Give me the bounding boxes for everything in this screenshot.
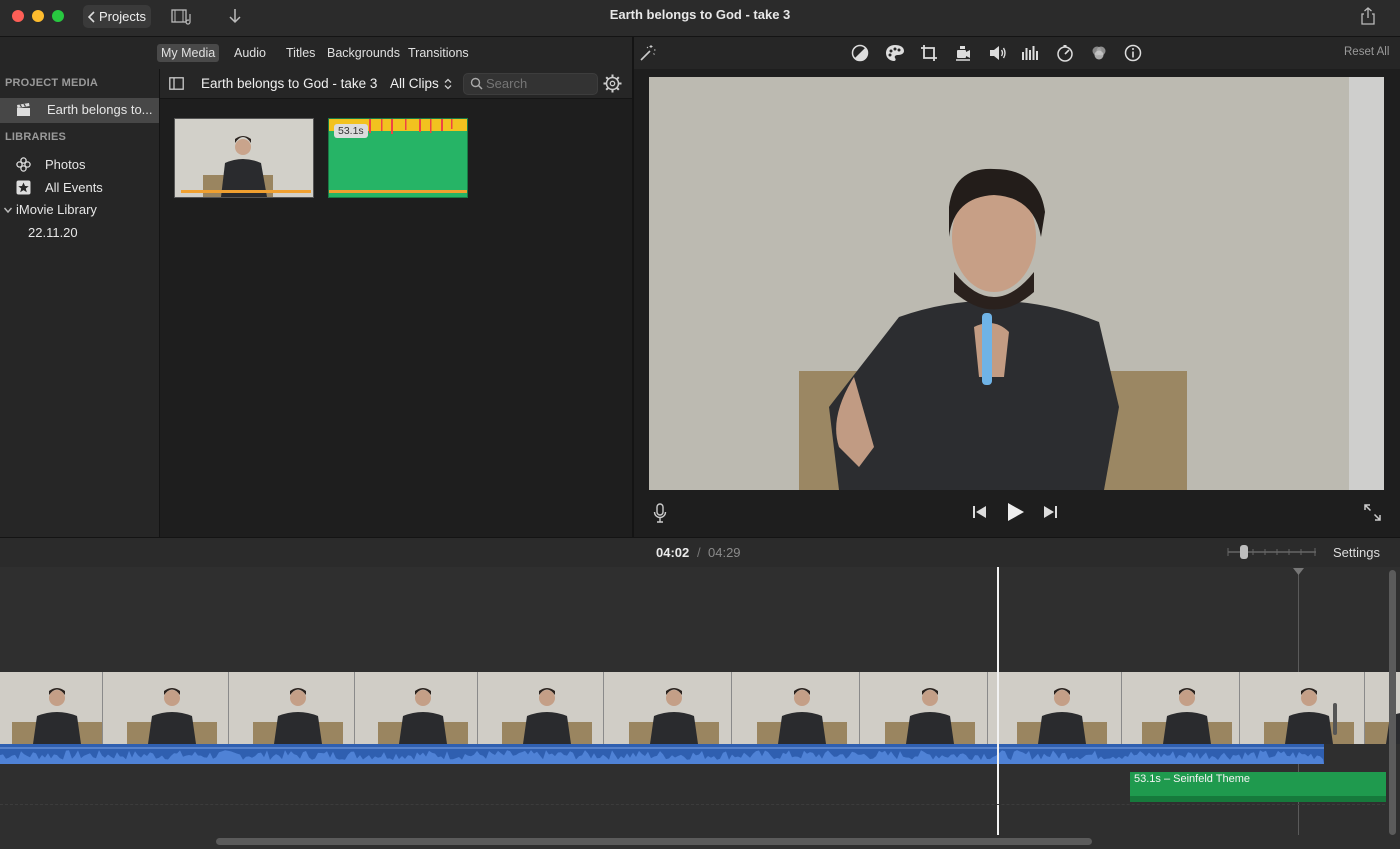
tab-titles[interactable]: Titles [282, 44, 319, 62]
clip-audio-waveform[interactable] [0, 744, 1324, 764]
gear-icon[interactable] [603, 74, 622, 93]
tab-my-media[interactable]: My Media [157, 44, 220, 62]
filmstrip-frame [478, 672, 604, 744]
timeline-settings-button[interactable]: Settings [1333, 545, 1380, 560]
crop-icon[interactable] [920, 44, 938, 62]
sidebar-photos-label: Photos [45, 157, 86, 172]
clip-end-handle[interactable] [1333, 703, 1337, 735]
browser-title: Earth belongs to God - take 3 [201, 76, 378, 91]
tab-transitions[interactable]: Transitions [404, 44, 473, 62]
clip-filter-icon[interactable] [1090, 44, 1108, 62]
fullscreen-icon[interactable] [1364, 504, 1381, 521]
reset-all-button[interactable]: Reset All [1344, 46, 1389, 58]
search-input[interactable] [486, 75, 590, 91]
sidebar-item-all-events[interactable]: All Events [16, 180, 103, 195]
info-icon[interactable] [1124, 44, 1142, 62]
filmstrip-frame [604, 672, 732, 744]
playhead[interactable] [997, 567, 999, 835]
filmstrip-frame [0, 672, 103, 744]
color-balance-icon[interactable] [851, 44, 869, 62]
timeline-track-divider [0, 804, 1385, 806]
horizontal-scrollbar[interactable] [216, 838, 1092, 845]
updown-chevron-icon [444, 78, 452, 90]
video-clip-filmstrip[interactable] [0, 672, 1400, 744]
speed-icon[interactable] [1056, 44, 1074, 62]
adjustments-bar [634, 37, 1400, 69]
filmstrip-frame [1240, 672, 1365, 744]
sidebar-imovie-library-label: iMovie Library [16, 202, 97, 217]
sidebar-all-events-label: All Events [45, 180, 103, 195]
filmstrip-frame [988, 672, 1122, 744]
total-time: 04:29 [708, 545, 741, 560]
photos-icon [16, 157, 31, 172]
sidebar-item-event-date[interactable]: 22.11.20 [28, 225, 78, 240]
sidebar-item-imovie-library[interactable]: iMovie Library [3, 202, 97, 217]
disclosure-icon[interactable] [3, 205, 13, 215]
filmstrip-frame [860, 672, 988, 744]
sidebar-event-label: 22.11.20 [28, 225, 78, 240]
current-time: 04:02 [656, 545, 690, 560]
search-field[interactable] [463, 73, 598, 95]
filmstrip-frame [103, 672, 229, 744]
share-icon[interactable] [1360, 7, 1376, 25]
audio-clip-thumbnail[interactable]: 53.1s [328, 118, 468, 198]
magic-wand-icon[interactable] [638, 44, 656, 62]
window-title: Earth belongs to God - take 3 [609, 7, 791, 22]
clip-filter-select[interactable]: All Clips [390, 76, 452, 91]
sidebar-item-photos[interactable]: Photos [16, 157, 85, 172]
color-correction-icon[interactable] [885, 44, 904, 62]
search-icon [470, 77, 483, 90]
vertical-scrollbar[interactable] [1389, 570, 1396, 835]
filmstrip-frame [732, 672, 860, 744]
music-clip-volume-bar [1130, 796, 1386, 802]
filmstrip-frame [355, 672, 478, 744]
filmstrip-frame [229, 672, 355, 744]
tab-backgrounds[interactable]: Backgrounds [323, 44, 404, 62]
video-preview[interactable] [649, 77, 1384, 490]
project-media-heading: PROJECT MEDIA [5, 77, 99, 89]
clip-filter-label: All Clips [390, 76, 439, 91]
libraries-heading: LIBRARIES [5, 131, 67, 143]
microphone-icon[interactable] [653, 503, 667, 523]
noise-reduction-icon[interactable] [1021, 44, 1039, 62]
filmstrip-frame [1122, 672, 1240, 744]
sidebar-project-row[interactable]: Earth belongs to... [16, 102, 153, 117]
star-icon [16, 180, 31, 195]
zoom-slider[interactable] [1227, 544, 1317, 560]
time-separator: / [697, 545, 701, 560]
sidebar-toggle-icon[interactable] [169, 77, 184, 90]
clip-duration-badge: 53.1s [334, 124, 368, 138]
music-clip[interactable]: 53.1s – Seinfeld Theme [1130, 772, 1386, 802]
play-icon[interactable] [1006, 502, 1025, 522]
video-clip-thumbnail[interactable] [174, 118, 314, 198]
sidebar-project-label: Earth belongs to... [47, 102, 153, 117]
stabilization-icon[interactable] [954, 44, 972, 62]
skip-forward-icon[interactable] [1043, 505, 1058, 519]
tab-audio[interactable]: Audio [230, 44, 270, 62]
skip-back-icon[interactable] [972, 505, 987, 519]
clapperboard-icon [16, 102, 31, 117]
music-clip-label: 53.1s – Seinfeld Theme [1134, 773, 1250, 785]
skimmer-marker-icon [1293, 568, 1304, 575]
volume-icon[interactable] [988, 44, 1006, 62]
